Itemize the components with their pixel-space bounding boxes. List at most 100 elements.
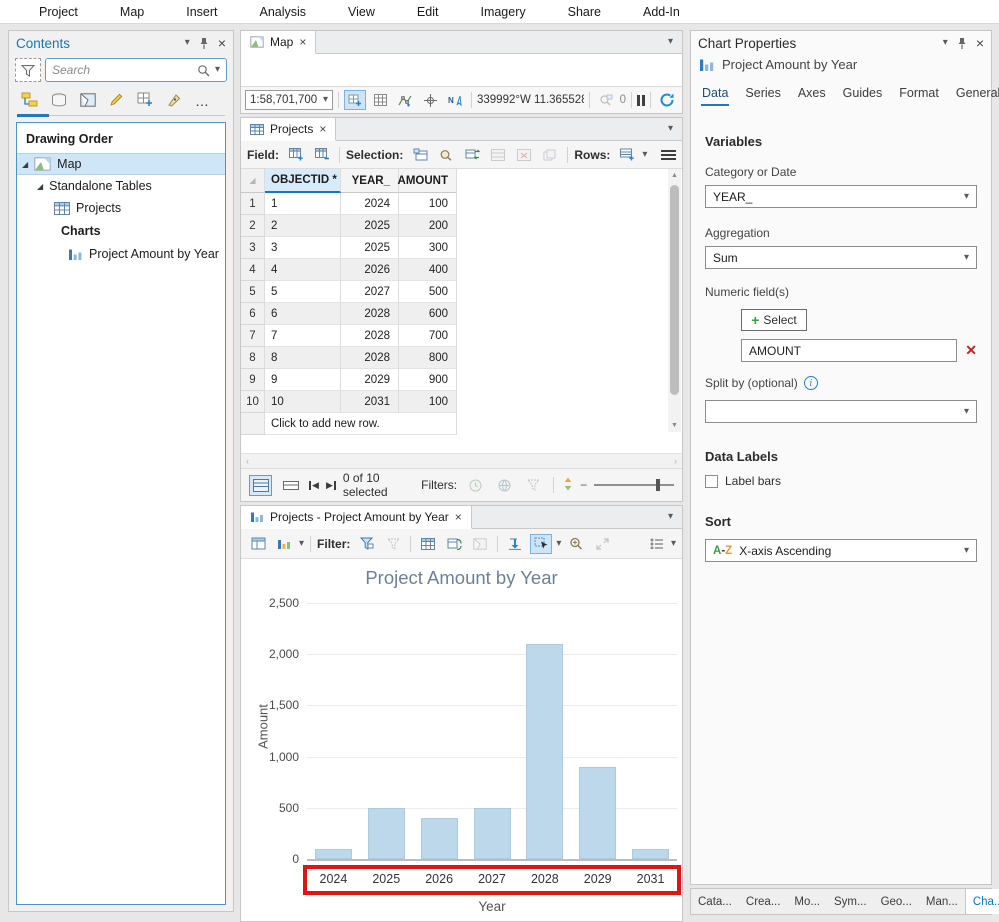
row-number-cell[interactable]: 10 xyxy=(241,391,265,413)
filter-by-extent-button[interactable] xyxy=(382,534,404,554)
list-by-drawing-order-icon[interactable] xyxy=(21,92,38,110)
cell-objectid[interactable]: 7 xyxy=(265,325,341,347)
cell-objectid[interactable]: 6 xyxy=(265,303,341,325)
table-vertical-scrollbar[interactable]: ▲ ▼ xyxy=(668,169,681,432)
cell-objectid[interactable]: 4 xyxy=(265,259,341,281)
close-icon[interactable]: × xyxy=(218,36,226,50)
tabstrip-menu-icon[interactable]: ▾ xyxy=(668,124,673,134)
labeling-grid-plus-icon[interactable] xyxy=(137,92,154,110)
cell-amount[interactable]: 200 xyxy=(399,215,457,237)
pane-menu-chevron-icon[interactable]: ▾ xyxy=(185,38,190,48)
row-number-cell[interactable]: 1 xyxy=(241,193,265,215)
map-scale-combo[interactable]: 1:58,701,700 ▾ xyxy=(245,90,333,110)
row-number-cell[interactable]: 2 xyxy=(241,215,265,237)
cell-objectid[interactable]: 5 xyxy=(265,281,341,303)
tabstrip-menu-icon[interactable]: ▾ xyxy=(668,512,673,522)
refresh-chart-button[interactable] xyxy=(443,534,465,554)
search-input[interactable]: Search ▾ xyxy=(45,58,227,82)
cell-amount[interactable]: 700 xyxy=(399,325,457,347)
row-number-cell[interactable]: 9 xyxy=(241,369,265,391)
cell-year[interactable]: 2025 xyxy=(341,237,399,259)
tree-item-map[interactable]: ◢ Map xyxy=(17,153,225,175)
bar-2031[interactable] xyxy=(632,848,670,859)
chart-legend-button[interactable] xyxy=(646,534,668,554)
cell-amount[interactable]: 400 xyxy=(399,259,457,281)
time-filter-icon[interactable] xyxy=(464,475,486,495)
cell-year[interactable]: 2027 xyxy=(341,281,399,303)
tab-series[interactable]: Series xyxy=(744,82,781,106)
sketch-tool[interactable] xyxy=(394,90,416,110)
select-numeric-field-button[interactable]: + Select xyxy=(741,309,807,331)
grid-tool[interactable] xyxy=(369,90,391,110)
column-header-amount[interactable]: AMOUNT xyxy=(398,169,457,193)
split-by-combo[interactable]: ▾ xyxy=(705,400,977,423)
tab-guides[interactable]: Guides xyxy=(842,82,884,106)
crosshair-tool[interactable] xyxy=(419,90,441,110)
zoom-out-icon[interactable]: − xyxy=(580,478,587,492)
calculate-field-button[interactable] xyxy=(311,145,333,165)
row-number-cell[interactable]: 7 xyxy=(241,325,265,347)
chart-type-chevron-icon[interactable]: ▾ xyxy=(299,538,304,549)
tab-axes[interactable]: Axes xyxy=(797,82,827,106)
dock-tab-cata[interactable]: Cata... xyxy=(691,889,739,914)
cell-amount[interactable]: 900 xyxy=(399,369,457,391)
map-canvas[interactable] xyxy=(241,54,682,86)
dock-tab-sym[interactable]: Sym... xyxy=(827,889,874,914)
perspective-pen-icon[interactable] xyxy=(167,93,182,110)
table-menu-icon[interactable] xyxy=(661,149,676,160)
clear-selection-button[interactable] xyxy=(487,145,509,165)
menu-item-analysis[interactable]: Analysis xyxy=(239,5,328,19)
tab-general[interactable]: General xyxy=(955,82,999,106)
cell-objectid[interactable]: 3 xyxy=(265,237,341,259)
cell-objectid[interactable]: 8 xyxy=(265,347,341,369)
switch-selection-button[interactable] xyxy=(461,145,483,165)
tree-item-chart[interactable]: Project Amount by Year xyxy=(17,243,225,265)
table-horizontal-scrollbar[interactable]: ‹ › xyxy=(241,453,682,468)
chart-type-button[interactable] xyxy=(273,534,295,554)
cell-year[interactable]: 2031 xyxy=(341,391,399,413)
tree-item-projects-table[interactable]: Projects xyxy=(17,197,225,219)
row-height-slider[interactable] xyxy=(594,479,674,491)
row-number-cell[interactable]: 3 xyxy=(241,237,265,259)
bar-2024[interactable] xyxy=(314,848,352,859)
select-in-map-button[interactable] xyxy=(469,534,491,554)
attributes-view-button[interactable] xyxy=(279,475,302,496)
scroll-right-icon[interactable]: › xyxy=(674,456,677,466)
table-corner-cell[interactable]: ◢ xyxy=(241,169,265,193)
copy-rows-button[interactable] xyxy=(539,145,561,165)
cell-year[interactable]: 2029 xyxy=(341,369,399,391)
scroll-left-icon[interactable]: ‹ xyxy=(246,456,249,466)
cell-year[interactable]: 2028 xyxy=(341,347,399,369)
menu-item-map[interactable]: Map xyxy=(99,5,165,19)
aggregation-combo[interactable]: Sum ▾ xyxy=(705,246,977,269)
menu-item-view[interactable]: View xyxy=(327,5,396,19)
add-new-row[interactable]: Click to add new row. xyxy=(241,413,682,435)
tree-item-standalone-tables[interactable]: ◢ Standalone Tables xyxy=(17,175,225,197)
remove-field-icon[interactable]: ✕ xyxy=(965,342,977,359)
list-by-data-source-icon[interactable] xyxy=(51,92,67,110)
bar-2028[interactable] xyxy=(526,643,564,859)
add-field-button[interactable] xyxy=(285,145,307,165)
cell-amount[interactable]: 800 xyxy=(399,347,457,369)
dock-tab-crea[interactable]: Crea... xyxy=(739,889,788,914)
filter-by-selection-button[interactable] xyxy=(356,534,378,554)
label-bars-checkbox[interactable] xyxy=(705,474,718,488)
dock-tab-cha[interactable]: Cha... xyxy=(964,889,999,914)
row-number-cell[interactable]: 6 xyxy=(241,303,265,325)
chart-zoom-tool[interactable] xyxy=(565,534,587,554)
menu-item-imagery[interactable]: Imagery xyxy=(459,5,546,19)
pin-icon[interactable] xyxy=(199,37,209,50)
cell-objectid[interactable]: 9 xyxy=(265,369,341,391)
show-table-button[interactable] xyxy=(417,534,439,554)
last-record-icon[interactable]: ▶ xyxy=(326,480,336,491)
close-tab-icon[interactable]: × xyxy=(455,511,462,523)
menu-item-project[interactable]: Project xyxy=(18,5,99,19)
range-filter-icon[interactable] xyxy=(493,475,515,495)
chart-properties-button[interactable] xyxy=(247,534,269,554)
category-combo[interactable]: YEAR_ ▾ xyxy=(705,185,977,208)
more-views-icon[interactable]: … xyxy=(195,94,209,108)
menu-item-share[interactable]: Share xyxy=(547,5,622,19)
delete-selection-button[interactable] xyxy=(513,145,535,165)
bar-2025[interactable] xyxy=(367,807,405,859)
column-header-year[interactable]: YEAR_ xyxy=(341,169,399,193)
